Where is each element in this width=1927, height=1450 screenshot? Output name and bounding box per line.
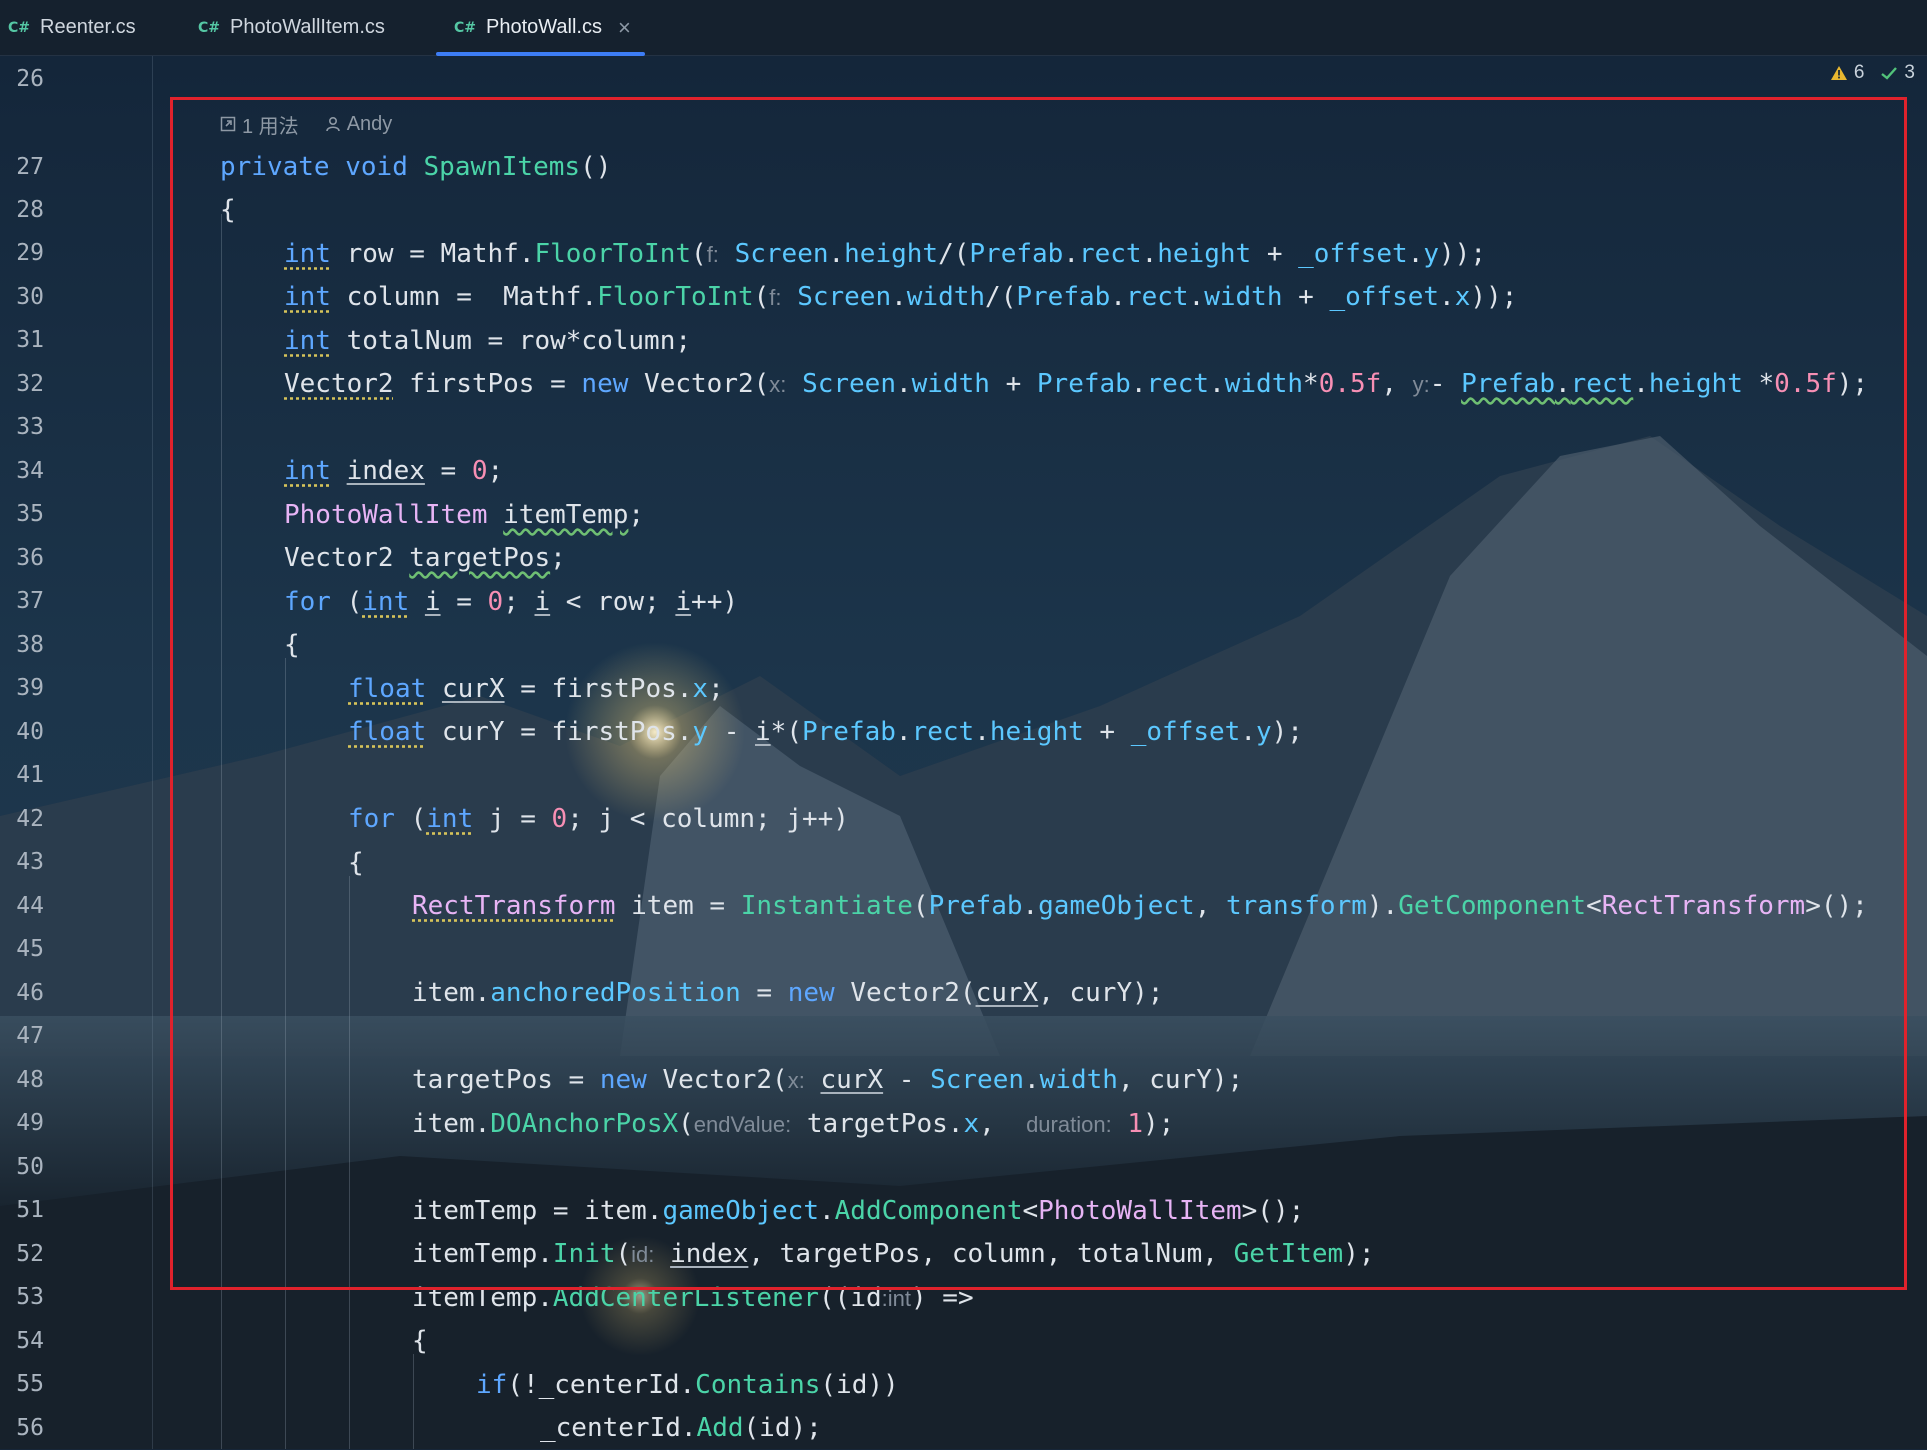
author-name: Andy (346, 112, 393, 135)
line-number: 52 (16, 1241, 44, 1267)
code-line-34: int index = 0; (284, 456, 504, 486)
line-number: 56 (16, 1415, 44, 1441)
line-number: 46 (16, 980, 44, 1006)
code-line-51: itemTemp = item.gameObject.AddComponent<… (412, 1196, 1305, 1226)
line-number: 31 (16, 327, 44, 353)
line-number: 27 (16, 154, 44, 180)
code-line-39: float curX = firstPos.x; (348, 674, 724, 704)
line-number: 41 (16, 762, 44, 788)
code-line-38: { (284, 630, 300, 660)
code-line-35: PhotoWallItem itemTemp; (284, 500, 645, 530)
check-icon (1881, 67, 1898, 80)
code-line-52: itemTemp.Init(id: index, targetPos, colu… (412, 1239, 1375, 1269)
line-number: 29 (16, 240, 44, 266)
code-line-29: int row = Mathf.FloorToInt(f: Screen.hei… (284, 239, 1486, 269)
line-number-gutter: 26 27 28 29 30 31 32 33 34 35 36 37 38 3… (0, 56, 153, 1449)
tab-label: PhotoWall.cs (486, 16, 602, 38)
close-tab-icon[interactable]: × (618, 15, 631, 41)
code-line-46: item.anchoredPosition = new Vector2(curX… (412, 978, 1164, 1008)
csharp-file-icon: C# (454, 19, 477, 36)
code-line-27: private void SpawnItems() (220, 152, 612, 182)
line-number: 36 (16, 545, 44, 571)
csharp-file-icon: C# (8, 19, 31, 36)
indent-guide (221, 214, 222, 1449)
editor-tab-bar: C# Reenter.cs C# PhotoWallItem.cs C# Pho… (0, 0, 1927, 56)
csharp-file-icon: C# (198, 19, 221, 36)
code-line-55: if(!_centerId.Contains(id)) (476, 1370, 899, 1400)
line-number: 39 (16, 675, 44, 701)
code-lens: 1 用法 Andy (220, 110, 392, 138)
code-line-36: Vector2 targetPos; (284, 543, 566, 573)
tab-reenter[interactable]: C# Reenter.cs (8, 0, 136, 55)
code-line-40: float curY = firstPos.y - i*(Prefab.rect… (348, 717, 1303, 747)
code-line-54: { (412, 1326, 428, 1356)
usages-count: 1 用法 (242, 115, 299, 138)
user-icon (325, 116, 340, 132)
line-number: 40 (16, 719, 44, 745)
tab-label: PhotoWallItem.cs (230, 16, 385, 38)
line-number: 51 (16, 1197, 44, 1223)
tab-photowallitem[interactable]: C# PhotoWallItem.cs (198, 0, 385, 55)
code-line-42: for (int j = 0; j < column; j++) (348, 804, 849, 834)
line-number: 50 (16, 1154, 44, 1180)
checks-indicator[interactable]: 3 (1880, 62, 1915, 84)
author-lens[interactable]: Andy (325, 112, 393, 136)
warnings-count: 6 (1853, 62, 1865, 83)
line-number: 26 (16, 66, 44, 92)
tab-photowall[interactable]: C# PhotoWall.cs × (436, 0, 645, 56)
line-number: 33 (16, 414, 44, 440)
warnings-indicator[interactable]: 6 (1830, 62, 1865, 84)
line-number: 54 (16, 1328, 44, 1354)
inspection-status[interactable]: 6 3 (1830, 62, 1915, 84)
indent-guide (413, 1354, 414, 1449)
code-line-32: Vector2 firstPos = new Vector2(x: Screen… (284, 369, 1869, 399)
tab-label: Reenter.cs (40, 16, 136, 38)
line-number: 28 (16, 197, 44, 223)
code-line-43: { (348, 848, 364, 878)
line-number: 43 (16, 849, 44, 875)
code-line-28: { (220, 195, 236, 225)
line-number: 49 (16, 1110, 44, 1136)
line-number: 38 (16, 632, 44, 658)
line-number: 32 (16, 371, 44, 397)
code-line-37: for (int i = 0; i < row; i++) (284, 587, 739, 617)
code-line-30: int column = Mathf.FloorToInt(f: Screen.… (284, 282, 1518, 312)
code-line-53: itemTemp.AddCenterListener((id:int) => (412, 1283, 974, 1313)
code-line-48: targetPos = new Vector2(x: curX - Screen… (412, 1065, 1244, 1095)
line-number: 45 (16, 936, 44, 962)
line-number: 37 (16, 588, 44, 614)
code-line-49: item.DOAnchorPosX(endValue: targetPos.x,… (412, 1109, 1175, 1139)
external-link-icon (220, 116, 236, 132)
checks-count: 3 (1904, 62, 1915, 83)
line-number: 47 (16, 1023, 44, 1049)
line-number: 35 (16, 501, 44, 527)
line-number: 44 (16, 893, 44, 919)
line-number: 48 (16, 1067, 44, 1093)
usages-lens[interactable]: 1 用法 (220, 110, 299, 139)
code-line-44: RectTransform item = Instantiate(Prefab.… (412, 891, 1868, 921)
line-number: 30 (16, 284, 44, 310)
line-number: 53 (16, 1284, 44, 1310)
indent-guide (349, 876, 350, 1449)
line-number: 34 (16, 458, 44, 484)
code-line-31: int totalNum = row*column; (284, 326, 691, 356)
line-number: 55 (16, 1371, 44, 1397)
warning-icon (1830, 66, 1847, 80)
indent-guide (285, 658, 286, 1449)
code-line-56: _centerId.Add(id); (540, 1413, 822, 1443)
line-number: 42 (16, 806, 44, 832)
